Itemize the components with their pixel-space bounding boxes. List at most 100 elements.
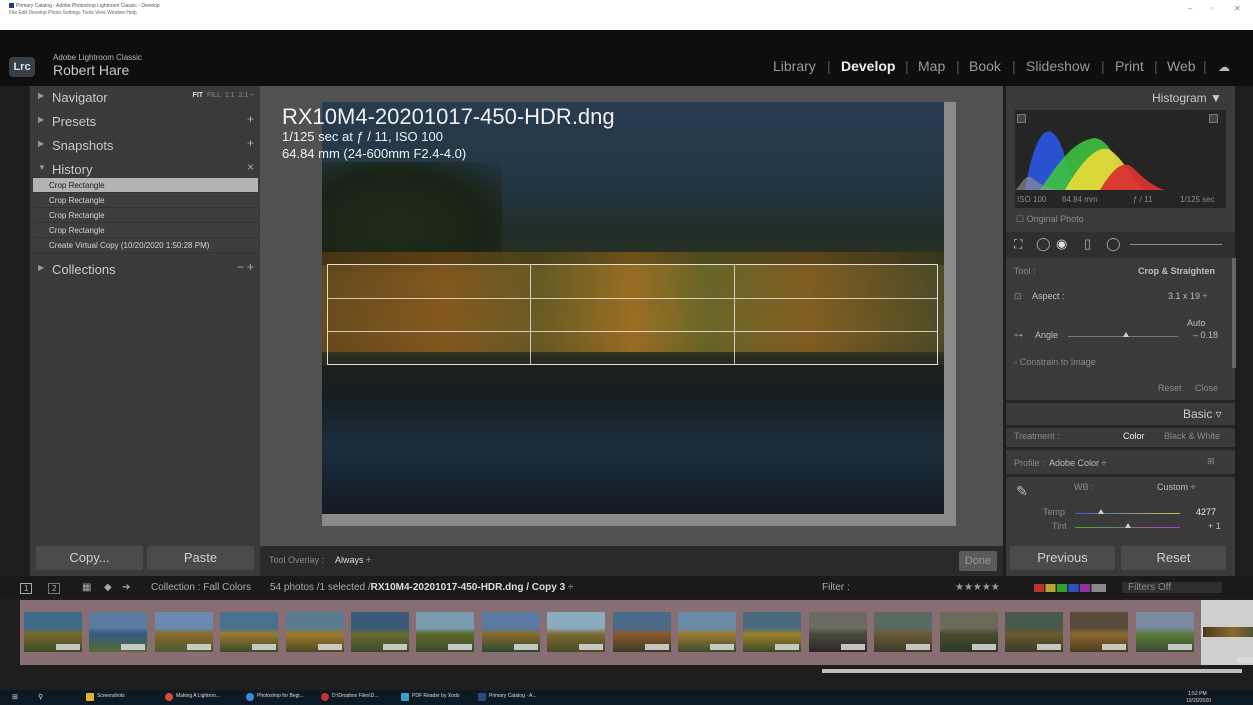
collections-header[interactable]: ▶ Collections − + [30,258,260,282]
back-arrow-icon[interactable]: ◆ [104,582,112,593]
profile-browser-icon[interactable]: ⊞ [1207,456,1215,467]
filmstrip-thumbnail[interactable] [285,612,344,652]
paste-button[interactable]: Paste [147,546,254,570]
taskbar-item[interactable]: Screenshots [97,693,125,699]
module-book[interactable]: Book [969,58,1001,74]
filmstrip-thumbnail[interactable] [481,612,540,652]
tint-slider-knob[interactable] [1125,523,1131,528]
grid-view-icon[interactable]: ▦ [82,582,91,593]
aspect-select[interactable]: 3.1 x 19 ÷ [1168,291,1207,301]
constrain-checkbox[interactable]: ▫ Constrain to Image [1014,357,1096,367]
temp-slider-knob[interactable] [1098,509,1104,514]
crop-close-button[interactable]: Close [1195,383,1218,393]
crop-overlay[interactable] [327,264,938,365]
red-eye-icon[interactable]: ◉ [1056,236,1067,252]
forward-arrow-icon[interactable]: ➔ [122,582,130,593]
add-preset-icon[interactable]: + [247,112,254,126]
maximize-button[interactable]: ▫ [1211,4,1214,13]
rating-filter[interactable]: ★★★★★ [955,582,1000,593]
module-print[interactable]: Print [1115,58,1144,74]
taskbar-item[interactable]: Making A Lightroo... [176,693,220,699]
module-slideshow[interactable]: Slideshow [1026,58,1090,74]
filmstrip-thumbnail[interactable] [154,612,213,652]
zoom-options[interactable]: FIT FILL 1:1 2:1 ÷ [193,92,254,99]
aspect-icon[interactable]: ⊡ [1014,291,1022,302]
menu-bar[interactable]: File Edit Develop Photo Settings Tools V… [9,10,137,16]
tint-value[interactable]: + 1 [1208,521,1221,531]
tool-overlay-select[interactable]: Always ÷ [335,555,371,565]
history-item[interactable]: Crop Rectangle [33,178,258,193]
profile-select[interactable]: Adobe Color ÷ [1049,458,1106,468]
clear-history-icon[interactable]: × [247,160,254,174]
filmstrip-thumbnail[interactable] [743,612,802,652]
highlight-clipping-icon[interactable] [1209,114,1218,123]
filmstrip-thumbnail[interactable] [939,612,998,652]
angle-value[interactable]: – 0.18 [1193,330,1218,340]
panel-scrollbar[interactable] [1232,258,1236,368]
module-web[interactable]: Web [1167,58,1196,74]
original-photo-checkbox[interactable]: ☐ Original Photo [1016,214,1084,225]
eyedropper-icon[interactable]: ✎ [1016,483,1028,500]
module-develop[interactable]: Develop [841,58,895,74]
color-label-filter[interactable] [1034,584,1106,592]
basic-header[interactable]: Basic ▿ [1183,407,1222,421]
filmstrip-thumbnail[interactable] [1135,612,1194,652]
add-collection-icon[interactable]: − + [237,260,254,274]
straighten-tool-icon[interactable]: ⊶ [1014,330,1023,341]
filmstrip-thumbnail[interactable] [547,612,606,652]
filmstrip-thumbnail[interactable] [808,612,867,652]
module-library[interactable]: Library [773,58,816,74]
main-window-button[interactable]: 1 [20,583,33,594]
navigator-header[interactable]: ▶ Navigator FIT FILL 1:1 2:1 ÷ [30,86,260,110]
histogram-header[interactable]: Histogram ▼ [1152,91,1222,105]
close-window-button[interactable]: ✕ [1234,4,1241,13]
radial-filter-icon[interactable]: ◯ [1106,236,1121,252]
treatment-color[interactable]: Color [1123,431,1145,441]
previous-button[interactable]: Previous [1010,546,1115,570]
brush-slider[interactable] [1130,244,1222,245]
temp-value[interactable]: 4277 [1196,507,1216,517]
taskbar-item[interactable]: Primary Catalog - A... [489,693,537,699]
angle-slider-knob[interactable] [1123,332,1129,337]
auto-button[interactable]: Auto [1187,318,1206,328]
temp-slider[interactable] [1075,513,1180,514]
minimize-button[interactable]: – [1188,4,1192,13]
snapshots-header[interactable]: ▶ Snapshots + [30,134,260,158]
search-icon[interactable]: ⚲ [38,693,43,701]
spot-removal-icon[interactable]: ◯ [1036,236,1051,252]
shadow-clipping-icon[interactable] [1017,114,1026,123]
history-item[interactable]: Crop Rectangle [33,193,258,208]
filmstrip-thumbnail[interactable] [351,612,409,652]
filmstrip-thumbnail[interactable] [24,612,82,652]
history-item[interactable]: Crop Rectangle [33,208,258,223]
crop-tool-icon[interactable]: ⛶ [1014,237,1022,252]
history-item[interactable]: Create Virtual Copy (10/20/2020 1:50:28 … [33,238,258,253]
filmstrip-thumbnail[interactable] [1070,612,1129,652]
filmstrip-thumbnail[interactable] [1005,612,1063,652]
add-snapshot-icon[interactable]: + [247,136,254,150]
treatment-bw[interactable]: Black & White [1164,431,1220,441]
history-item[interactable]: Crop Rectangle [33,223,258,238]
filmstrip-thumbnail[interactable] [678,612,736,652]
reset-button[interactable]: Reset [1121,546,1226,570]
cloud-icon[interactable]: ☁ [1218,60,1230,74]
collection-source[interactable]: Collection : Fall Colors [151,582,251,593]
filmstrip-thumbnail[interactable] [612,612,671,652]
presets-header[interactable]: ▶ Presets + [30,110,260,134]
filmstrip-thumbnail[interactable] [874,612,933,652]
taskbar-item[interactable]: D:\Dropbox Files\D... [332,693,378,699]
taskbar-item[interactable]: PDF Reader by Xodo [412,693,460,699]
filters-off-select[interactable]: Filters Off [1122,582,1222,593]
filmstrip-thumbnail[interactable] [416,612,475,652]
copy-button[interactable]: Copy... [36,546,143,570]
crop-reset-button[interactable]: Reset [1158,383,1182,393]
taskbar-item[interactable]: Photoshop for Begi... [257,693,304,699]
done-button[interactable]: Done [959,551,997,571]
filmstrip-thumbnail[interactable] [89,612,148,652]
windows-start-icon[interactable]: ⊞ [12,693,18,701]
second-window-button[interactable]: 2 [48,583,61,594]
filmstrip-thumbnail[interactable] [220,612,279,652]
graduated-filter-icon[interactable]: ▯ [1084,236,1091,252]
wb-select[interactable]: Custom ÷ [1157,482,1195,492]
filmstrip-scrollbar[interactable] [822,669,1242,673]
